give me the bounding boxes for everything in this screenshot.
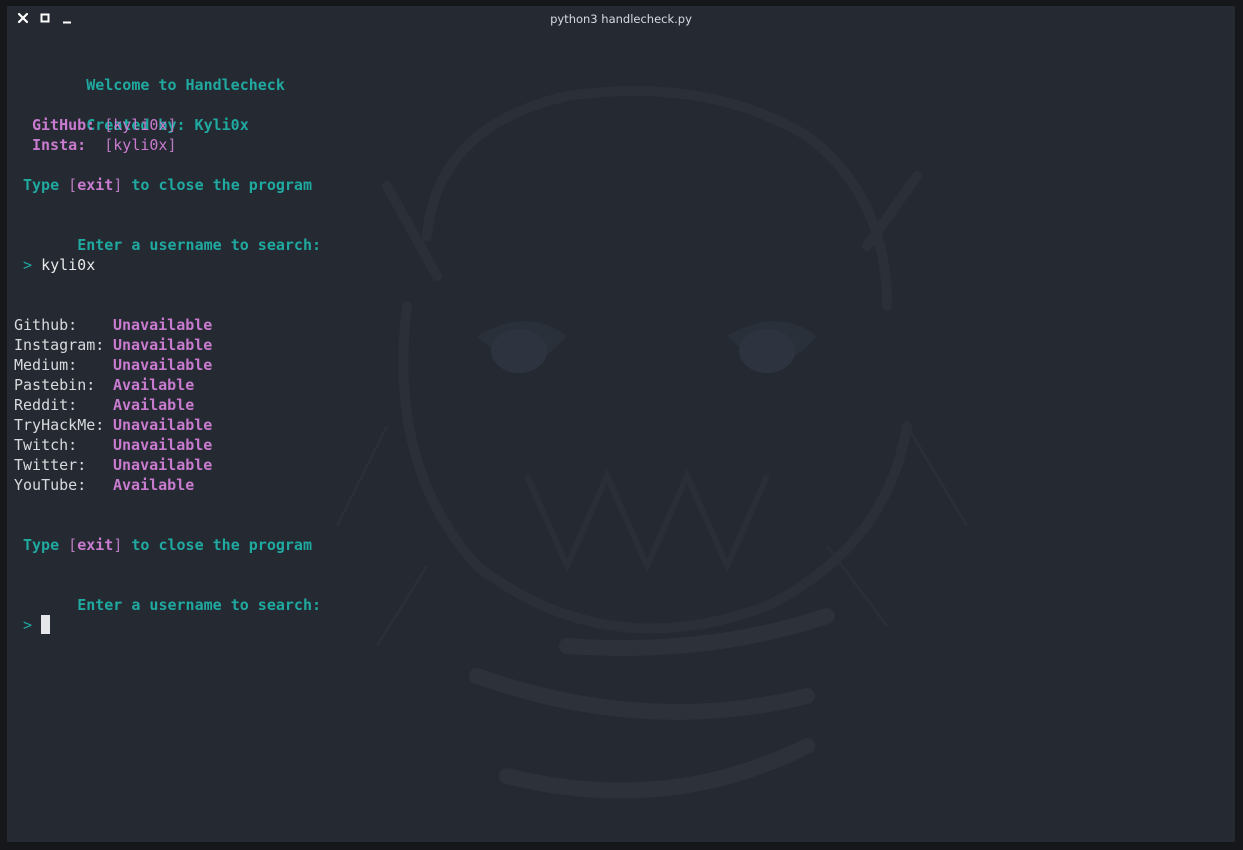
- result-status: Unavailable: [113, 416, 213, 434]
- text-cursor[interactable]: [41, 615, 51, 634]
- result-row: Instagram: Unavailable: [14, 335, 212, 355]
- result-row: Github: Unavailable: [14, 315, 212, 335]
- entered-username: kyli0x: [41, 256, 96, 274]
- insta-value: kyli0x: [113, 136, 168, 154]
- result-site: TryHackMe:: [14, 416, 105, 434]
- result-site: Medium:: [14, 356, 78, 374]
- prompt-caret: >: [23, 616, 33, 634]
- result-status: Unavailable: [113, 316, 213, 334]
- result-site: Reddit:: [14, 396, 78, 414]
- result-status: Unavailable: [113, 356, 213, 374]
- exit-hint-line: Type [exit] to close the program: [23, 176, 312, 194]
- result-site: Github:: [14, 316, 78, 334]
- created-by-line: Created by: Kyli0x: [32, 95, 249, 134]
- result-row: Pastebin: Available: [14, 375, 194, 395]
- enter-username-line-2: Enter a username to search:: [23, 575, 321, 614]
- enter-username-text: Enter a username to search:: [77, 596, 322, 614]
- result-status: Available: [113, 376, 195, 394]
- result-site: Twitch:: [14, 436, 78, 454]
- exit-hint-prefix: Type: [23, 536, 69, 554]
- terminal-output[interactable]: Welcome to Handlecheck Created by: Kyli0…: [7, 6, 1235, 842]
- github-value: kyli0x: [113, 116, 168, 134]
- insta-label: Insta:: [32, 136, 87, 154]
- github-line: GitHub: [kyli0x]: [32, 116, 177, 134]
- result-site: Pastebin:: [14, 376, 96, 394]
- input-line-1: > kyli0x: [23, 255, 95, 275]
- result-status: Unavailable: [113, 456, 213, 474]
- result-row: Medium: Unavailable: [14, 355, 212, 375]
- enter-username-line: Enter a username to search:: [23, 215, 321, 254]
- exit-hint-suffix: to close the program: [122, 176, 312, 194]
- result-site: Instagram:: [14, 336, 105, 354]
- exit-keyword: exit: [77, 176, 114, 194]
- result-row: Twitter: Unavailable: [14, 455, 212, 475]
- welcome-text: Welcome to Handlecheck: [86, 76, 285, 94]
- result-site: YouTube:: [14, 476, 87, 494]
- result-site: Twitter:: [14, 456, 87, 474]
- prompt-caret: >: [23, 256, 33, 274]
- result-status: Available: [113, 396, 195, 414]
- input-line-2[interactable]: >: [23, 615, 51, 635]
- welcome-line: Welcome to Handlecheck: [32, 55, 285, 94]
- result-row: YouTube: Available: [14, 475, 194, 495]
- exit-keyword: exit: [77, 536, 114, 554]
- github-label: GitHub:: [32, 116, 96, 134]
- insta-line: Insta: [kyli0x]: [32, 136, 177, 154]
- result-status: Available: [113, 476, 195, 494]
- enter-username-text: Enter a username to search:: [77, 236, 322, 254]
- exit-hint-prefix: Type: [23, 176, 69, 194]
- exit-hint-line-2: Type [exit] to close the program: [23, 536, 312, 554]
- result-row: Reddit: Available: [14, 395, 194, 415]
- result-status: Unavailable: [113, 436, 213, 454]
- result-row: TryHackMe: Unavailable: [14, 415, 212, 435]
- result-status: Unavailable: [113, 336, 213, 354]
- exit-hint-suffix: to close the program: [122, 536, 312, 554]
- result-row: Twitch: Unavailable: [14, 435, 212, 455]
- terminal-window: python3 handlecheck.py Welcome to Handle…: [7, 6, 1235, 842]
